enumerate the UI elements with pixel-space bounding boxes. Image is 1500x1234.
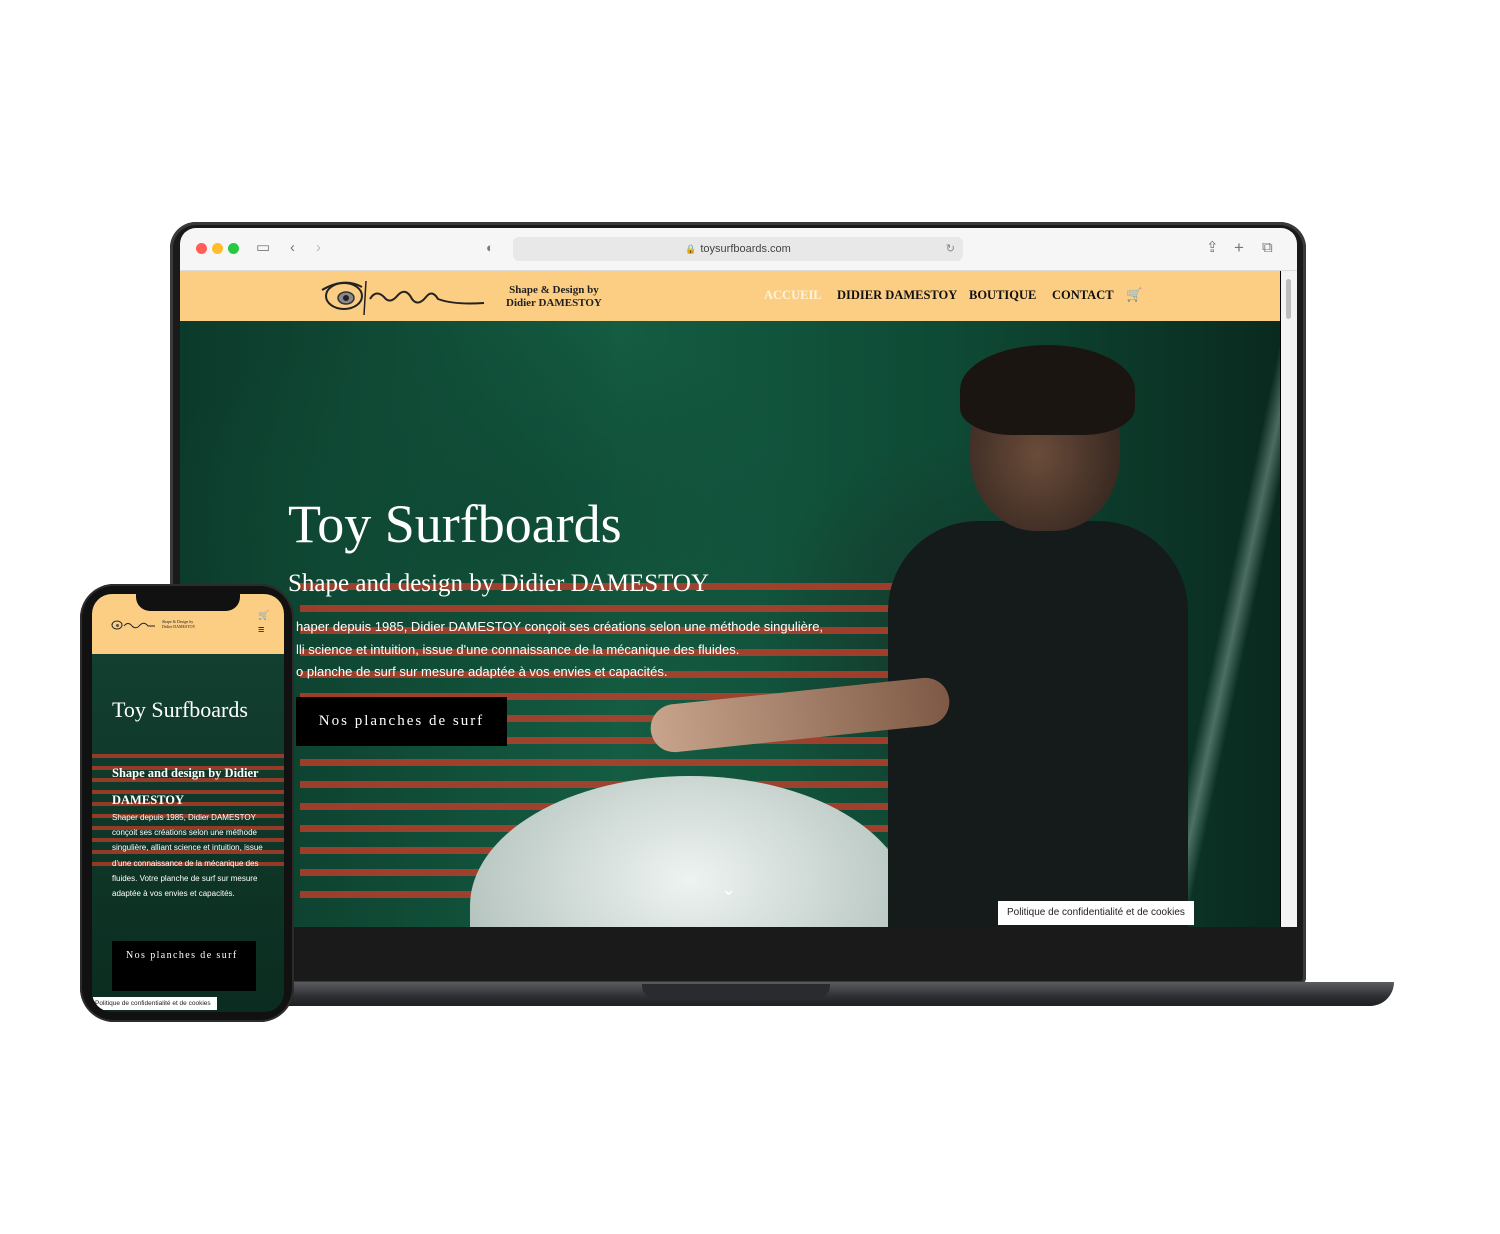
nav-boutique[interactable]: BOUTIQUE	[969, 288, 1036, 303]
close-window-button[interactable]	[196, 243, 207, 254]
nav-accueil[interactable]: ACCUEIL	[764, 288, 822, 303]
back-arrow-icon[interactable]: ‹	[290, 239, 295, 257]
nos-planches-button[interactable]: Nos planches de surf	[296, 697, 507, 746]
minimize-window-button[interactable]	[212, 243, 223, 254]
hero-subtitle: Shape and design by Didier DAMESTOY	[288, 570, 710, 597]
hero-description: haper depuis 1985, Didier DAMESTOY conço…	[296, 616, 856, 684]
toy-logo[interactable]	[314, 275, 494, 319]
mobile-nos-planches-button[interactable]: Nos planches de surf	[112, 941, 256, 991]
browser-toolbar: ▭ ‹ › ◐ 🔒 toysurfboards.com ↻ ⇪ + ⧉	[180, 228, 1297, 271]
hero-shaper-hair	[960, 345, 1135, 435]
forward-arrow-icon[interactable]: ›	[316, 239, 321, 257]
mobile-privacy-link[interactable]: Politique de confidentialité et de cooki…	[92, 997, 217, 1010]
laptop-screen: ▭ ‹ › ◐ 🔒 toysurfboards.com ↻ ⇪ + ⧉ Shape…	[180, 228, 1297, 927]
tagline-line-2: Didier DAMESTOY	[506, 297, 602, 309]
mobile-hero-subtitle: Shape and design by Didier DAMESTOY	[112, 766, 259, 807]
tab-overview-icon[interactable]: ⧉	[1262, 239, 1273, 257]
hero-section: Toy Surfboards Shape and design by Didie…	[180, 321, 1280, 927]
tagline-line-1: Shape & Design by	[509, 284, 599, 296]
hamburger-menu-icon[interactable]: ≡	[258, 625, 264, 636]
hero-text-line: o planche de surf sur mesure adaptée à v…	[296, 664, 668, 679]
phone-screen: Shape & Design by Didier DAMESTOY 🛒 ≡ To…	[92, 594, 284, 1012]
url-text: toysurfboards.com	[700, 243, 791, 255]
new-tab-icon[interactable]: +	[1234, 239, 1244, 257]
hero-title: Toy Surfboards	[288, 494, 622, 554]
address-bar[interactable]: 🔒 toysurfboards.com ↻	[513, 237, 963, 261]
website-viewport: Shape & Design by Didier DAMESTOY ACCUEI…	[180, 271, 1280, 927]
privacy-policy-link[interactable]: Politique de confidentialité et de cooki…	[998, 901, 1194, 925]
reload-icon[interactable]: ↻	[946, 237, 955, 261]
page-scrollbar[interactable]	[1281, 271, 1297, 927]
nav-contact[interactable]: CONTACT	[1052, 288, 1114, 303]
mobile-tagline: Shape & Design by Didier DAMESTOY	[162, 619, 196, 629]
mobile-hero-title: Toy Surfboards	[112, 697, 248, 722]
laptop-opening-notch	[642, 984, 830, 998]
share-icon[interactable]: ⇪	[1206, 239, 1219, 257]
hero-text-line: haper depuis 1985, Didier DAMESTOY conço…	[296, 619, 824, 634]
mobile-toy-logo[interactable]	[110, 618, 156, 632]
hero-text-line: lli science et intuition, issue d'une co…	[296, 641, 740, 657]
mobile-cart-icon[interactable]: 🛒	[258, 610, 269, 621]
mobile-hero-description: Shaper depuis 1985, Didier DAMESTOY conç…	[112, 813, 263, 899]
sidebar-toggle-icon[interactable]: ▭	[256, 239, 270, 257]
scrollbar-thumb[interactable]	[1286, 279, 1291, 319]
cart-icon[interactable]: 🛒	[1126, 287, 1142, 303]
scroll-down-chevron-icon[interactable]: ⌄	[721, 879, 736, 900]
nav-didier-damestoy[interactable]: DIDIER DAMESTOY	[837, 288, 957, 303]
zoom-window-button[interactable]	[228, 243, 239, 254]
lock-icon: 🔒	[685, 244, 697, 254]
header-tagline: Shape & Design by Didier DAMESTOY	[506, 284, 602, 310]
privacy-shield-icon[interactable]: ◐	[486, 239, 494, 257]
phone-notch	[136, 589, 240, 611]
site-header: Shape & Design by Didier DAMESTOY ACCUEI…	[180, 271, 1280, 321]
